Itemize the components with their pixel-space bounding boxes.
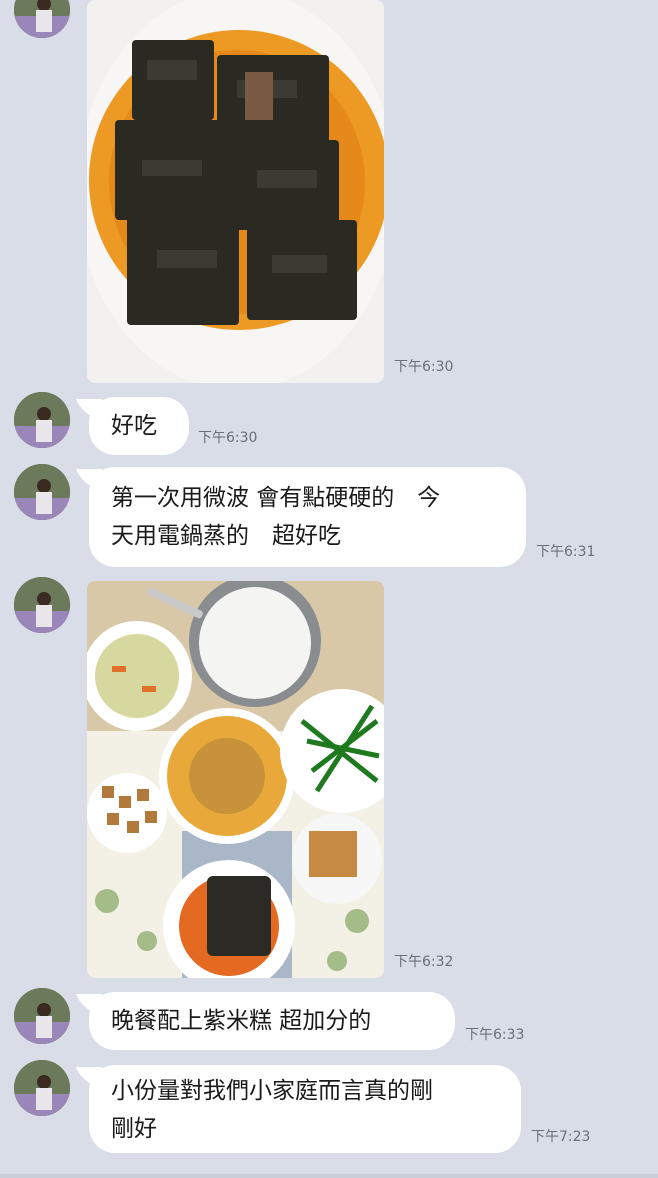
avatar-image <box>14 464 70 520</box>
shared-photo-braised-dish[interactable] <box>87 0 384 383</box>
avatar-image <box>14 392 70 448</box>
sender-avatar[interactable] <box>14 464 70 520</box>
message-bubble[interactable]: 好吃 <box>89 397 189 455</box>
message-bubble[interactable]: 小份量對我們小家庭而言真的剛 剛好 <box>89 1065 521 1153</box>
message-bubble[interactable]: 第一次用微波 會有點硬硬的 今 天用電鍋蒸的 超好吃 <box>89 467 526 567</box>
timestamp: 下午7:23 <box>531 1129 591 1145</box>
shared-photo-dinner-table[interactable] <box>87 581 384 978</box>
timestamp: 下午6:30 <box>198 430 258 446</box>
timestamp: 下午6:30 <box>394 359 454 375</box>
sender-avatar[interactable] <box>14 988 70 1044</box>
sender-avatar[interactable] <box>14 577 70 633</box>
message-text-line-2: 天用電鍋蒸的 超好吃 <box>111 523 341 549</box>
bottom-divider <box>0 1174 658 1178</box>
avatar-image <box>14 577 70 633</box>
braised-dish-photo-icon <box>87 0 384 383</box>
sender-avatar[interactable] <box>14 392 70 448</box>
sender-avatar[interactable] <box>14 1060 70 1116</box>
message-bubble[interactable]: 晚餐配上紫米糕 超加分的 <box>89 992 455 1050</box>
timestamp: 下午6:32 <box>394 954 454 970</box>
avatar-image <box>14 1060 70 1116</box>
avatar-image <box>14 988 70 1044</box>
message-text-line-1: 第一次用微波 會有點硬硬的 今 <box>111 485 441 511</box>
message-text-line-1: 小份量對我們小家庭而言真的剛 <box>111 1078 433 1104</box>
timestamp: 下午6:31 <box>536 544 596 560</box>
message-text: 好吃 <box>111 413 157 439</box>
message-text: 晚餐配上紫米糕 超加分的 <box>111 1008 372 1034</box>
sender-avatar[interactable] <box>14 0 70 38</box>
dinner-table-photo-icon <box>87 581 384 978</box>
message-text-line-2: 剛好 <box>111 1116 157 1142</box>
timestamp: 下午6:33 <box>465 1027 525 1043</box>
avatar-image <box>14 0 70 38</box>
